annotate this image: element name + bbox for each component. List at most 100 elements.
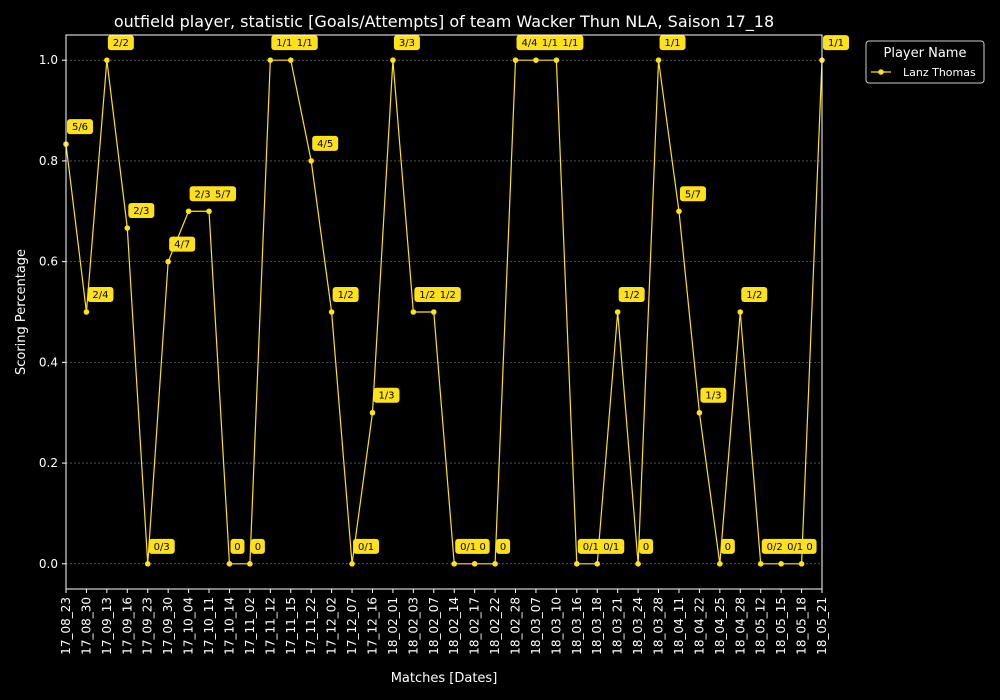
data-point <box>267 57 274 63</box>
data-label: 0/1 <box>787 542 803 553</box>
data-point <box>492 561 498 567</box>
y-tick-label: 0.8 <box>39 154 58 168</box>
data-label: 0 <box>234 542 240 553</box>
data-label: 1/3 <box>378 391 394 402</box>
data-label: 1/2 <box>624 290 640 301</box>
chart-background <box>0 0 1000 700</box>
data-point <box>512 57 519 63</box>
legend-title: Player Name <box>884 46 967 61</box>
x-tick-label: 18_02_22 <box>488 597 502 655</box>
x-tick-label: 18_05_21 <box>815 597 829 655</box>
data-point <box>308 158 314 164</box>
x-tick-label: 17_12_16 <box>365 597 379 655</box>
data-label: 4/4 <box>521 38 537 49</box>
data-label: 1/1 <box>664 38 680 49</box>
x-tick-label: 18_03_28 <box>652 597 666 655</box>
data-point <box>778 561 784 567</box>
data-point <box>757 561 764 567</box>
data-label: 2/3 <box>195 189 211 200</box>
data-label: 0/1 <box>583 542 599 553</box>
data-label: 0 <box>500 542 506 553</box>
data-point <box>574 561 580 567</box>
data-point <box>635 561 641 567</box>
x-tick-label: 17_09_23 <box>141 597 155 655</box>
x-tick-label: 18_03_16 <box>570 597 584 655</box>
data-label: 0/2 <box>767 542 783 553</box>
x-tick-label: 17_08_23 <box>59 597 73 655</box>
y-tick-label: 0.2 <box>39 456 58 470</box>
data-point <box>185 208 192 215</box>
data-label: 0 <box>643 542 649 553</box>
y-axis-label: Scoring Percentage <box>14 249 29 375</box>
x-tick-label: 17_10_14 <box>222 597 236 655</box>
data-label: 4/7 <box>174 240 190 251</box>
x-tick-label: 18_02_17 <box>468 597 482 655</box>
data-label: 0 <box>479 542 485 553</box>
data-point <box>696 409 703 416</box>
legend-entry-label: Lanz Thomas <box>903 66 976 79</box>
data-label: 1/1 <box>542 38 558 49</box>
data-point <box>430 309 437 315</box>
data-label: 1/1 <box>562 38 578 49</box>
x-tick-label: 17_11_22 <box>304 597 318 655</box>
data-point <box>226 561 233 567</box>
data-point <box>717 561 723 567</box>
data-label: 1/3 <box>705 391 721 402</box>
x-tick-label: 17_10_11 <box>202 597 216 655</box>
data-label: 0/1 <box>460 542 476 553</box>
data-label: 1/1 <box>276 38 292 49</box>
data-point <box>390 57 396 63</box>
y-tick-label: 1.0 <box>39 53 58 67</box>
data-point <box>349 561 355 567</box>
data-label: 5/7 <box>685 189 701 200</box>
y-tick-label: 0.4 <box>39 355 58 369</box>
x-tick-label: 18_02_14 <box>447 597 461 655</box>
x-tick-label: 17_11_15 <box>284 597 298 655</box>
x-tick-label: 17_11_12 <box>263 597 277 655</box>
data-point <box>369 409 376 416</box>
data-point <box>798 561 805 567</box>
data-label: 2/4 <box>92 290 108 301</box>
chart-title: outfield player, statistic [Goals/Attemp… <box>114 12 774 32</box>
data-point <box>144 561 151 567</box>
x-tick-label: 18_03_10 <box>549 597 563 655</box>
data-point <box>165 258 171 265</box>
data-point <box>614 309 621 315</box>
data-label: 1/2 <box>440 290 456 301</box>
x-tick-label: 17_12_02 <box>325 597 339 655</box>
data-point <box>471 561 478 567</box>
x-tick-label: 17_08_30 <box>79 597 93 655</box>
data-label: 0/1 <box>358 542 374 553</box>
legend: Player Name Lanz Thomas <box>865 40 985 84</box>
x-tick-label: 17_10_04 <box>182 597 196 655</box>
data-label: 0 <box>255 542 261 553</box>
data-label: 2/3 <box>133 206 149 217</box>
y-tick-label: 0.6 <box>39 255 58 269</box>
data-point <box>104 57 110 63</box>
x-axis-label: Matches [Dates] <box>391 671 498 686</box>
data-point <box>594 561 601 567</box>
data-label: 0 <box>806 542 812 553</box>
x-tick-label: 17_09_30 <box>161 597 175 655</box>
data-point <box>676 208 682 215</box>
x-tick-label: 18_05_15 <box>774 597 788 655</box>
data-label: 1/2 <box>419 290 435 301</box>
data-point <box>287 57 294 63</box>
x-tick-label: 18_04_25 <box>713 597 727 655</box>
x-tick-label: 18_02_28 <box>509 597 523 655</box>
data-label: 0/3 <box>154 542 170 553</box>
data-label: 1/1 <box>297 38 313 49</box>
data-point <box>451 561 458 567</box>
data-label: 4/5 <box>317 139 333 150</box>
x-tick-label: 18_04_11 <box>672 597 686 655</box>
x-tick-label: 18_02_01 <box>386 597 400 655</box>
data-point <box>206 208 212 215</box>
data-label: 0/1 <box>603 542 619 553</box>
x-tick-label: 18_03_07 <box>529 597 543 655</box>
x-tick-label: 18_03_21 <box>611 597 625 655</box>
data-point <box>328 309 335 315</box>
data-label: 5/7 <box>215 189 231 200</box>
data-point <box>655 57 662 63</box>
data-label: 2/2 <box>113 38 129 49</box>
data-label: 3/3 <box>399 38 415 49</box>
